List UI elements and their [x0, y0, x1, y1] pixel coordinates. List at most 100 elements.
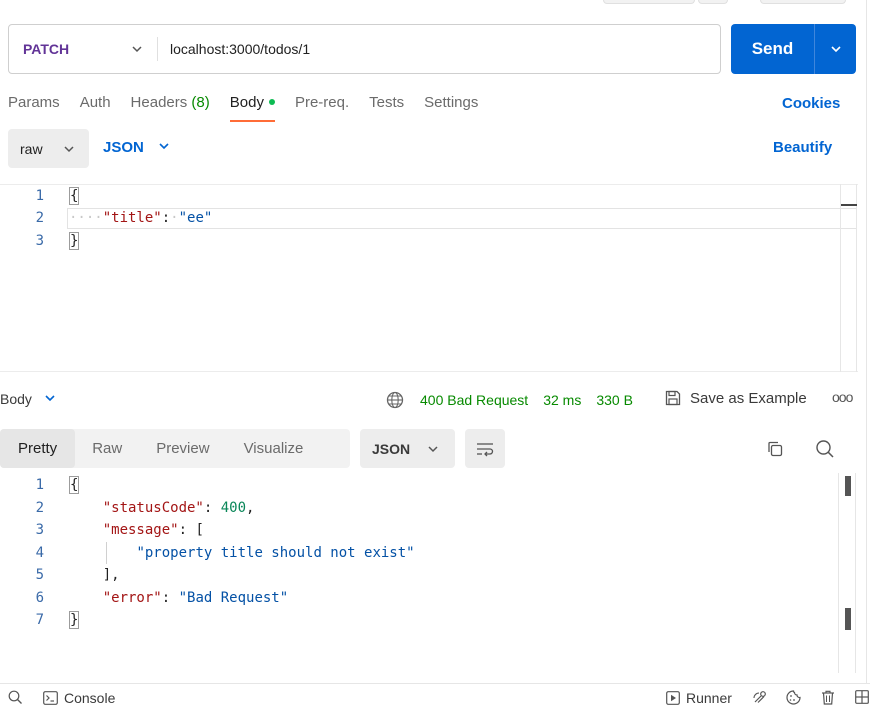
line-number: 6: [35, 590, 44, 606]
json-key: "error": [102, 590, 162, 606]
console-icon: [43, 691, 58, 705]
layout-icon[interactable]: [855, 690, 869, 704]
line-number: 3: [35, 233, 44, 249]
copy-icon[interactable]: [764, 438, 786, 460]
beautify-link[interactable]: Beautify: [773, 139, 832, 156]
tab-params[interactable]: Params: [8, 94, 60, 114]
response-editor-scrollbar[interactable]: [838, 473, 856, 673]
chevron-down-icon: [63, 142, 75, 158]
tab-tests[interactable]: Tests: [369, 94, 404, 114]
json-comma: ,: [246, 500, 255, 516]
tab-auth[interactable]: Auth: [80, 94, 111, 114]
tab-pretty[interactable]: Pretty: [0, 429, 76, 468]
method-select[interactable]: PATCH: [9, 25, 157, 73]
send-button[interactable]: Send: [731, 24, 856, 74]
code-line: 1 {: [0, 474, 80, 496]
top-toolbar-remnant-right: [760, 0, 846, 4]
request-editor-scrollbar[interactable]: [840, 184, 857, 372]
code-text: }: [69, 611, 80, 629]
line-number: 3: [35, 522, 44, 538]
capture-icon[interactable]: [752, 690, 768, 705]
code-line: 5 ],: [0, 564, 120, 586]
line-number: 2: [35, 500, 44, 516]
code-line: 2 "statusCode": 400,: [0, 497, 255, 519]
code-text: "statusCode": 400,: [102, 500, 255, 516]
json-colon: :: [161, 210, 171, 226]
whitespace-dot: ·: [170, 210, 179, 226]
line-number: 2: [35, 210, 44, 226]
chevron-down-icon: [427, 442, 439, 458]
scrollbar-thumb[interactable]: [841, 204, 857, 206]
code-text: {: [69, 187, 80, 205]
status-code[interactable]: 400 Bad Request: [420, 392, 528, 408]
body-type-label: raw: [20, 140, 43, 157]
search-icon[interactable]: [814, 438, 836, 460]
code-text: "message": [: [102, 522, 204, 538]
cookies-icon[interactable]: [786, 690, 801, 705]
save-as-example-label: Save as Example: [690, 389, 807, 407]
send-options-chevron-icon[interactable]: [815, 43, 856, 55]
line-number: 5: [35, 567, 44, 583]
code-line: 1 {: [0, 185, 80, 207]
chevron-down-icon: [158, 139, 170, 156]
code-line: 6 "error": "Bad Request": [0, 587, 289, 609]
wrap-lines-button[interactable]: [465, 429, 505, 468]
save-icon: [664, 389, 682, 407]
chevron-down-icon: [44, 391, 56, 407]
code-text: ····"title":·"ee": [69, 210, 212, 226]
find-icon[interactable]: [8, 690, 23, 705]
code-line: 7 }: [0, 609, 80, 631]
headers-count: (8): [191, 94, 210, 111]
body-type-select[interactable]: raw: [8, 129, 89, 168]
panel-divider: [866, 0, 867, 683]
tab-headers[interactable]: Headers (8): [131, 94, 210, 114]
code-line: 2 ····"title":·"ee": [0, 207, 213, 229]
code-text: }: [69, 232, 80, 250]
tab-body[interactable]: Body: [229, 94, 276, 122]
tab-headers-label: Headers: [130, 94, 188, 111]
scrollbar-thumb[interactable]: [845, 476, 851, 496]
brace: {: [69, 187, 80, 205]
response-view-tabs: Pretty Raw Preview Visualize: [0, 429, 350, 468]
code-line: 4 "property title should not exist": [0, 542, 415, 564]
runner-label: Runner: [686, 690, 732, 706]
response-format-select[interactable]: JSON: [360, 429, 455, 468]
status-bar: Console Runner: [0, 683, 870, 706]
more-options-icon[interactable]: ooo: [832, 389, 853, 405]
url-input[interactable]: localhost:3000/todos/1: [158, 41, 310, 57]
method-label: PATCH: [23, 41, 70, 57]
tab-visualize[interactable]: Visualize: [227, 429, 321, 468]
json-key: "title": [102, 210, 162, 226]
wrap-lines-icon: [475, 441, 495, 457]
scrollbar-marker: [845, 608, 851, 630]
tab-body-label: Body: [229, 94, 264, 111]
tab-pre-request[interactable]: Pre-req.: [295, 94, 349, 114]
tab-raw[interactable]: Raw: [75, 429, 139, 468]
chevron-down-icon: [131, 42, 143, 58]
brace: }: [69, 232, 80, 250]
response-size[interactable]: 330 B: [596, 392, 633, 408]
response-body-select[interactable]: Body: [0, 391, 56, 407]
line-number: 1: [35, 188, 44, 204]
console-button[interactable]: Console: [43, 690, 115, 706]
whitespace-dots: ····: [69, 210, 103, 226]
body-format-select[interactable]: JSON: [103, 139, 170, 156]
tab-settings[interactable]: Settings: [424, 94, 478, 114]
trash-icon[interactable]: [821, 690, 835, 705]
save-as-example-button[interactable]: Save as Example: [664, 389, 807, 407]
body-indicator-dot: [268, 99, 275, 105]
body-format-label: JSON: [103, 139, 144, 156]
runner-button[interactable]: Runner: [666, 690, 732, 706]
url-bar: PATCH localhost:3000/todos/1: [8, 24, 721, 74]
line-number: 4: [35, 545, 44, 561]
globe-icon[interactable]: [386, 391, 404, 409]
code-text: "property title should not exist": [69, 545, 414, 561]
line-number: 7: [35, 612, 44, 628]
tab-preview[interactable]: Preview: [139, 429, 226, 468]
response-meta: 400 Bad Request 32 ms 330 B: [386, 391, 633, 409]
request-tabs: Params Auth Headers (8) Body Pre-req. Te…: [8, 94, 498, 122]
cookies-link[interactable]: Cookies: [782, 95, 840, 112]
top-toolbar-remnant-left: [603, 0, 695, 4]
json-bracket: [: [195, 522, 204, 538]
response-time[interactable]: 32 ms: [543, 392, 581, 408]
